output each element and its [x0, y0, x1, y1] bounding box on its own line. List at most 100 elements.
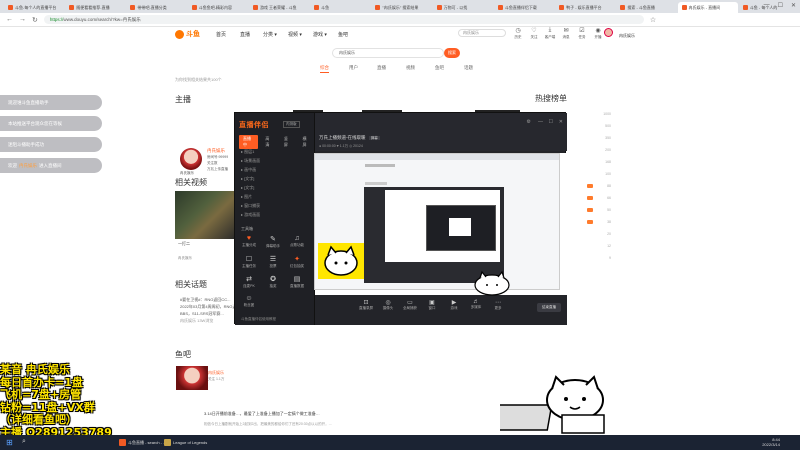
fans-tool[interactable]: ☺ 粉丝团: [239, 295, 259, 313]
browser-tab[interactable]: 搜索 - 斗鱼直播: [616, 2, 676, 13]
topic-line[interactable]: BBS，S11-SRS冠军赛...: [180, 311, 224, 317]
lottery-tool[interactable]: ✪ 抽奖: [263, 275, 283, 293]
minimize-icon[interactable]: —: [538, 119, 543, 125]
download-icon[interactable]: ⤓ 客户端: [542, 27, 558, 40]
windows-taskbar: ⊞ ⌕ 斗鱼直播 - search - ... League of Legends…: [0, 435, 800, 450]
follow-icon[interactable]: ♡ 关注: [526, 27, 542, 40]
scene-item[interactable]: ▸ 图层1: [241, 149, 254, 155]
scene-item[interactable]: ▸ 画中画: [241, 167, 256, 173]
browser-tab[interactable]: 斗鱼直播伴侣下载: [494, 2, 554, 13]
fishbar-post[interactable]: 3.14日开播前准备…，最爱了上准备上播加了一定搞个做工准备…: [204, 411, 320, 417]
tab-title: 冉氏娱乐 - 直播间: [688, 4, 721, 10]
search-button[interactable]: 搜索: [444, 48, 460, 58]
anchor-follow: 关注数: [207, 161, 218, 165]
minimize-icon[interactable]: —: [764, 2, 770, 9]
nav-fishbar[interactable]: 鱼吧: [338, 31, 348, 38]
stream-mode-tab[interactable]: 高清: [261, 135, 277, 149]
taskbar-app[interactable]: League of Legends: [160, 437, 211, 448]
chat-tool[interactable]: ✎ 弹幕助手: [263, 235, 283, 253]
fishbar-post[interactable]: 相信今日上播剧就开始上2起到2出，把最美的都给你们了还有20:30点以以的开，.…: [204, 422, 332, 427]
gift-tool[interactable]: ♥ 主播分成: [239, 235, 259, 253]
result-tab[interactable]: 综合: [320, 65, 329, 73]
stream-mode-tab[interactable]: 直播中: [239, 135, 259, 149]
scene-item[interactable]: ▸ [文字]: [241, 176, 254, 182]
promo-line: 某音 冉氏娱乐: [0, 363, 70, 376]
result-tab[interactable]: 用户: [349, 65, 358, 71]
browser-tab[interactable]: "冉氏娱乐" 搜索结果: [371, 2, 431, 13]
record-button[interactable]: ⊡ 直播录屏: [355, 299, 377, 311]
browser-tab[interactable]: 游戏 王者荣耀 - 斗鱼: [249, 2, 309, 13]
video-button[interactable]: ♬ 多媒体: [465, 299, 487, 310]
maximize-icon[interactable]: ☐: [778, 2, 783, 9]
stream-mode-tab[interactable]: 横屏: [298, 135, 314, 149]
stream-mode-tab[interactable]: 竖屏: [280, 135, 296, 149]
history-icon[interactable]: ◷ 历史: [510, 27, 526, 40]
browser-tab[interactable]: 万物可 - 以找: [433, 2, 493, 13]
video-caption[interactable]: 一打二: [178, 241, 190, 247]
scene-item[interactable]: ▸ 场景画面: [241, 158, 260, 164]
url-field[interactable]: https:// www.douyu.com/search/?kw=冉氏娱乐: [43, 15, 644, 24]
browser-tab[interactable]: 斗鱼-每个人的直播平台: [4, 2, 64, 13]
topic-line[interactable]: #要在卫视#：RNG返回CC...: [180, 297, 230, 303]
browser-tab[interactable]: 带带吧-直播分类: [126, 2, 186, 13]
search-icon[interactable]: ⌕: [22, 438, 26, 446]
window-button[interactable]: ▣ 窗口: [421, 299, 443, 311]
taskbar-clock[interactable]: 8:44 2022/3/14: [762, 437, 780, 447]
top-search-input[interactable]: 冉氏娱乐: [458, 29, 506, 37]
red-tool[interactable]: ✦ 红包抽奖: [287, 255, 307, 273]
site-logo[interactable]: 斗鱼: [175, 29, 200, 39]
result-tab[interactable]: 鱼吧: [435, 65, 444, 71]
back-icon[interactable]: ←: [6, 16, 13, 23]
message-icon[interactable]: ✉ 消息: [558, 27, 574, 40]
result-tab[interactable]: 话题: [464, 65, 473, 71]
scene-item[interactable]: ▸ 图片: [241, 194, 252, 200]
bag-tool[interactable]: ☐ 主播任务: [239, 255, 259, 273]
stream-title-tag[interactable]: 弹幕: [368, 136, 380, 140]
browser-tab[interactable]: 斗鱼: [310, 2, 370, 13]
browser-tab[interactable]: 斗鱼鱼吧-精彩内容: [188, 2, 248, 13]
end-live-button[interactable]: 结束直播: [537, 303, 561, 312]
video-thumbnail[interactable]: [175, 191, 236, 239]
nav-game[interactable]: 游戏 ▾: [313, 31, 327, 38]
reload-icon[interactable]: ↻: [32, 16, 38, 24]
avatar[interactable]: [604, 28, 613, 37]
nav-live[interactable]: 直播: [240, 31, 250, 38]
close-icon[interactable]: ✕: [791, 2, 796, 9]
star-icon[interactable]: ☆: [650, 16, 656, 24]
scene-item[interactable]: ▸ 窗口捕获: [241, 203, 260, 209]
search-input[interactable]: 冉氏娱乐: [332, 48, 444, 58]
screen-button[interactable]: ▭ 全局捕获: [399, 299, 421, 311]
result-info: 为你找到相关结果共100个: [175, 77, 222, 82]
music-tool[interactable]: ♫ 点歌功能: [287, 235, 307, 253]
fishbar-name[interactable]: 冉氏娱乐: [208, 370, 224, 376]
more-button[interactable]: ⋯ 更多: [487, 299, 509, 311]
close-icon[interactable]: ✕: [559, 119, 563, 125]
pk-tool[interactable]: ⇄ 连麦PK: [239, 275, 259, 293]
task-icon[interactable]: ☑ 任务: [574, 27, 590, 40]
fishbar-avatar[interactable]: [176, 366, 208, 390]
browser-tab[interactable]: 鸭子 - 娱乐直播平台: [555, 2, 615, 13]
camera-button[interactable]: ◎ 摄像头: [377, 299, 399, 311]
result-tab[interactable]: 直播: [377, 65, 386, 71]
maximize-icon[interactable]: ☐: [549, 119, 553, 125]
scene-item[interactable]: ▸ [文字]: [241, 185, 254, 191]
vote-tool[interactable]: ☰ 投票: [263, 255, 283, 273]
browser-tab[interactable]: 随便看看推荐-直播: [65, 2, 125, 13]
nav-video[interactable]: 视频 ▾: [288, 31, 302, 38]
game-button[interactable]: ▶ 游戏: [443, 299, 465, 311]
nav-home[interactable]: 首页: [216, 31, 226, 38]
settings-icon[interactable]: ⚙: [527, 119, 531, 125]
scene-item[interactable]: ▸ 游戏画面: [241, 212, 260, 218]
anchor-name[interactable]: 冉氏娱乐: [207, 148, 225, 154]
windows-start-icon[interactable]: ⊞: [6, 438, 13, 447]
user-name[interactable]: 冉氏娱乐: [619, 33, 635, 39]
forward-icon[interactable]: →: [19, 16, 26, 23]
tutorial-link[interactable]: 斗鱼直播伴侣使用教程: [241, 317, 276, 322]
data-tool[interactable]: ▤ 直播数据: [287, 275, 307, 293]
nav-category[interactable]: 分类 ▾: [263, 31, 277, 38]
topic-line[interactable]: 2022年03月第4周周初，RNG返: [180, 304, 236, 310]
browser-tab[interactable]: 冉氏娱乐 - 直播间: [677, 2, 738, 13]
result-tab[interactable]: 视频: [406, 65, 415, 71]
address-bar: ← → ↻ https:// www.douyu.com/search/?kw=…: [0, 13, 800, 27]
topic-line[interactable]: 冉氏娱乐 13W浏览: [180, 318, 213, 324]
